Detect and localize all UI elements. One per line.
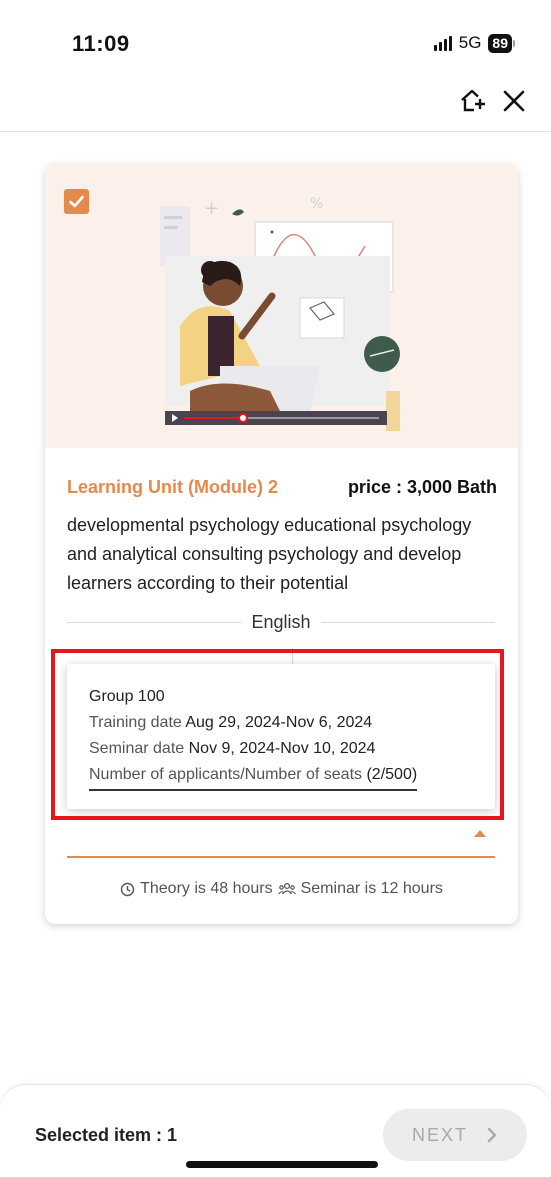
language-divider: English <box>67 612 496 633</box>
course-hours: Theory is 48 hours Seminar is 12 hours <box>45 880 518 898</box>
add-home-icon[interactable] <box>455 84 489 118</box>
theory-hours: Theory is 48 hours <box>140 880 273 897</box>
collapse-caret-icon[interactable] <box>474 830 486 837</box>
module-title: Learning Unit (Module) 2 <box>67 477 278 497</box>
selected-count: Selected item : 1 <box>35 1125 178 1145</box>
home-indicator[interactable] <box>186 1161 378 1168</box>
divider-line-left <box>67 622 242 623</box>
status-indicators: 5G 89 <box>433 33 515 53</box>
teacher-illustration-icon: + % <box>160 196 400 431</box>
highlight-box <box>51 649 504 820</box>
next-label: NEXT <box>411 1124 468 1145</box>
battery-tip <box>513 39 515 47</box>
network-label: 5G <box>458 33 482 52</box>
price-label: price : 3,000 Bath <box>347 477 497 497</box>
close-icon[interactable] <box>497 84 531 118</box>
language-label: English <box>251 612 311 632</box>
svg-text:%: % <box>310 196 323 212</box>
status-time: 11:09 <box>72 31 130 56</box>
status-bar: 11:09 5G 89 <box>0 0 551 70</box>
clock-icon <box>120 882 135 896</box>
check-icon <box>69 195 84 208</box>
group-select-underline <box>67 856 495 858</box>
signal-icon <box>433 35 452 51</box>
group-people-icon <box>277 882 296 895</box>
divider-line-right <box>320 622 496 623</box>
seminar-hours: Seminar is 12 hours <box>300 880 443 897</box>
select-checkbox[interactable] <box>64 189 89 214</box>
top-nav <box>0 70 551 132</box>
svg-text:+: + <box>204 198 219 219</box>
title-row: Learning Unit (Module) 2 price : 3,000 B… <box>67 477 497 498</box>
battery-icon: 89 <box>488 33 512 53</box>
course-description: developmental psychology educational psy… <box>67 515 472 593</box>
course-hero: + % <box>45 164 518 448</box>
chevron-right-icon <box>487 1127 497 1143</box>
next-button[interactable]: NEXT <box>383 1109 527 1161</box>
